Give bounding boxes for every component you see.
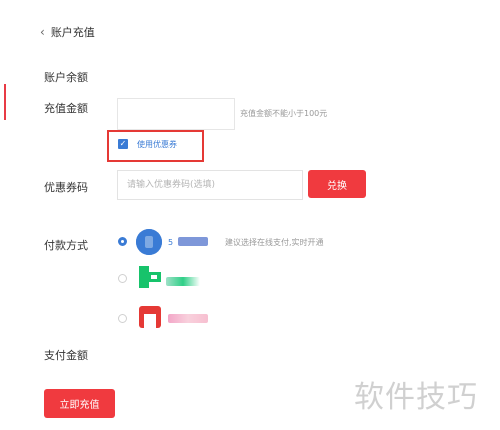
page-title: 账户充值 xyxy=(50,26,95,39)
payment-radio-3[interactable] xyxy=(118,314,127,323)
red-bank-icon xyxy=(137,304,163,330)
chevron-left-icon: ‹ xyxy=(40,25,45,39)
blue-circle-icon xyxy=(136,229,162,255)
payment-option-1-hint: 建议选择在线支付,实时开通 xyxy=(225,238,324,247)
active-section-marker xyxy=(4,84,6,120)
payment-method-label: 付款方式 xyxy=(44,239,88,252)
payment-radio-2[interactable] xyxy=(118,274,127,283)
amount-input[interactable] xyxy=(117,98,235,130)
red-bank-icon xyxy=(139,306,161,328)
check-icon: ✓ xyxy=(119,139,127,148)
amount-label: 充值金额 xyxy=(44,102,88,115)
coupon-code-label: 优惠券码 xyxy=(44,181,88,194)
redeem-button[interactable]: 兑换 xyxy=(308,170,366,198)
payment-option-2-name-blur xyxy=(166,277,200,286)
balance-label: 账户余额 xyxy=(44,71,88,84)
payment-option-1-name-blur xyxy=(178,237,208,246)
payment-option-1-label: 5 xyxy=(168,238,174,247)
green-wallet-icon xyxy=(139,266,161,288)
pay-amount-label: 支付金额 xyxy=(44,349,88,362)
watermark-text: 软件技巧 xyxy=(354,380,478,415)
back-link[interactable]: ‹ 账户充值 xyxy=(40,24,95,40)
coupon-code-input[interactable] xyxy=(117,170,303,200)
payment-radio-1[interactable] xyxy=(118,237,127,246)
amount-hint: 充值金额不能小于100元 xyxy=(240,109,328,118)
recharge-now-button[interactable]: 立即充值 xyxy=(44,389,115,418)
use-coupon-label[interactable]: 使用优惠券 xyxy=(137,139,177,150)
payment-option-3-name-blur xyxy=(168,314,208,323)
blue-circle-icon xyxy=(136,229,162,255)
use-coupon-checkbox[interactable]: ✓ xyxy=(118,139,128,149)
green-wallet-icon xyxy=(137,264,163,290)
